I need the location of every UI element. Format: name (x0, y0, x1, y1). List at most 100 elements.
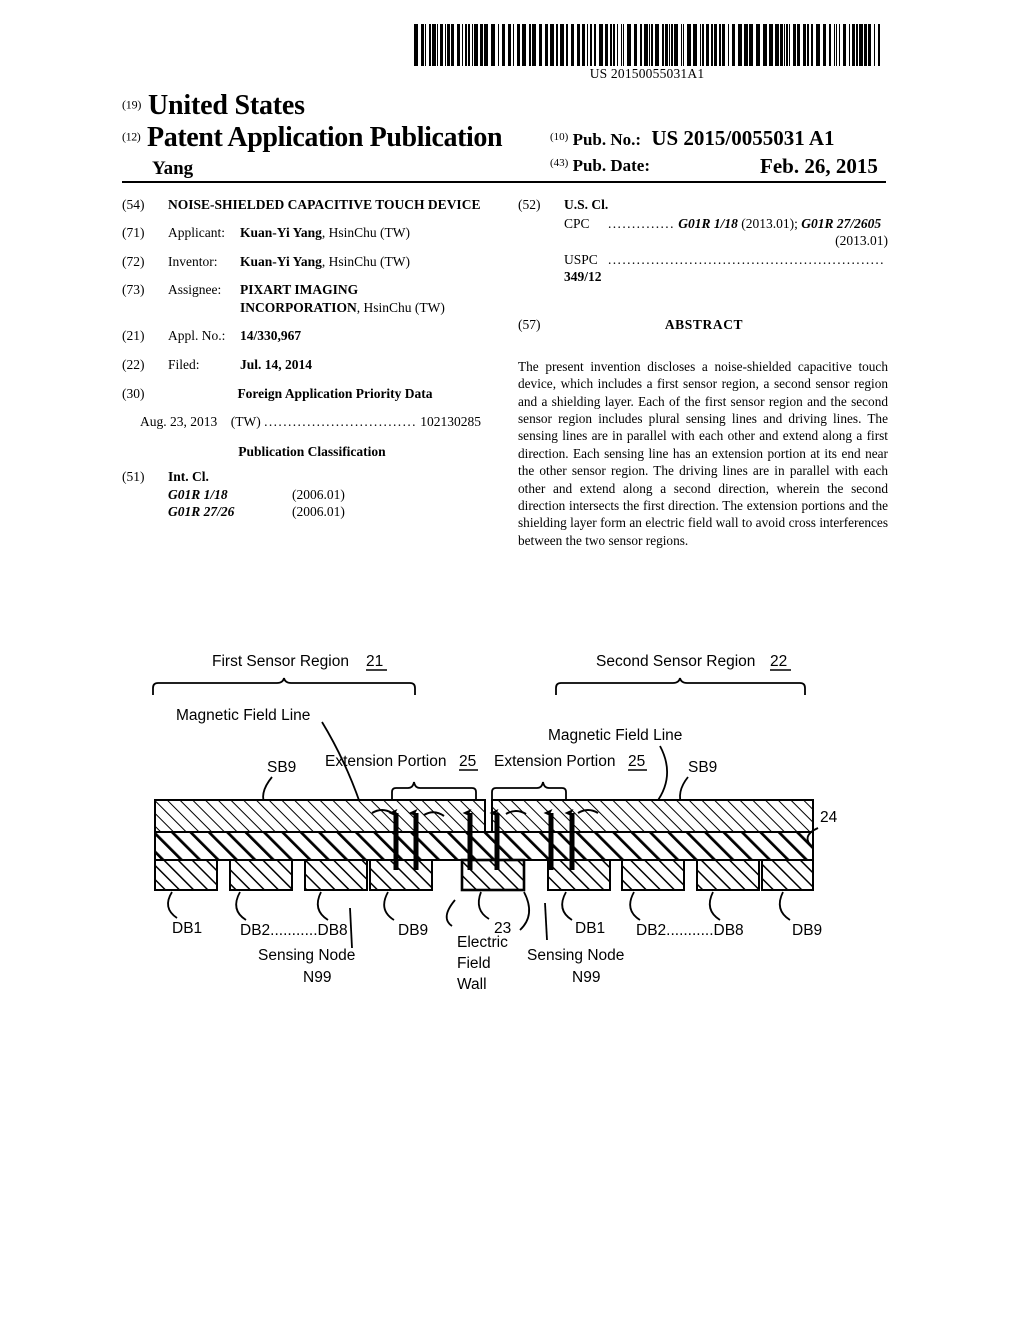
second-region-brace (555, 677, 806, 695)
cpc-code-2: G01R 27/2605 (801, 215, 882, 231)
field-applicant-tag: (71) (122, 225, 145, 241)
second-sensor-region-label: Second Sensor Region 22 (596, 653, 791, 671)
field-appl-no-tag: (21) (122, 328, 145, 344)
abstract-heading: ABSTRACT (664, 316, 744, 332)
wall-leader (477, 891, 490, 920)
appl-no-value: 14/330,967 (240, 328, 302, 344)
db-block (761, 859, 814, 891)
int-cl-label: Int. Cl. (168, 469, 209, 485)
foreign-priority-heading: Foreign Application Priority Data (237, 385, 433, 401)
int-cl-code: G01R 1/18 (168, 486, 228, 502)
assignee-value: PIXART IMAGING INCORPORATION, HsinChu (TW… (240, 281, 445, 316)
sensing-node-leader-left (349, 907, 353, 949)
int-cl-code: G01R 27/26 (168, 504, 235, 520)
db-block (547, 859, 611, 891)
cpc-line: CPC.............. G01R 1/18 (2013.01); G… (564, 215, 888, 233)
field-us-cl: (52) U.S. Cl. CPC.............. G01R 1/1… (518, 196, 888, 286)
db-labels-left: DB1 DB2...........DB8 DB9 (167, 891, 428, 939)
field-filed-tag: (22) (122, 357, 145, 372)
barcode (412, 24, 882, 66)
us-cl-label: U.S. Cl. (564, 197, 609, 212)
sensing-node-left-line-1: Sensing Node (258, 947, 355, 964)
priority-row: Aug. 23, 2013 (TW) .....................… (140, 413, 502, 431)
priority-dots: ................................ (264, 414, 417, 430)
country-name: United States (148, 90, 305, 121)
sensing-node-right-line-2: N99 (572, 969, 600, 986)
uspc-value: 349/12 (564, 269, 602, 285)
bibliographic-left-column: (54) NOISE-SHIELDED CAPACITIVE TOUCH DEV… (122, 196, 502, 521)
field-foreign-priority-tag: (30) (122, 385, 145, 401)
barcode-number: US 20150055031A1 (589, 66, 705, 81)
publication-date-line: (43) Pub. Date: Feb. 26, 2015 (550, 154, 878, 178)
invention-title: NOISE-SHIELDED CAPACITIVE TOUCH DEVICE (168, 197, 481, 212)
applicant-value: Kuan-Yi Yang, HsinChu (TW) (240, 224, 410, 242)
abstract-text: The present invention discloses a noise-… (518, 358, 888, 548)
filed-label: Filed: (168, 357, 200, 372)
magnetic-field-line-label-right: Magnetic Field Line (548, 727, 682, 744)
field-assignee: (73) Assignee: PIXART IMAGING INCORPORATIO… (122, 281, 502, 316)
driving-line-blocks (154, 858, 814, 892)
second-sensor-region-number: 22 (770, 653, 787, 670)
appl-no-label: Appl. No.: (168, 328, 226, 344)
magnetic-field-line-label-left: Magnetic Field Line (176, 707, 310, 724)
assignee-location: , HsinChu (TW) (356, 299, 445, 315)
extension-portion-number-right: 25 (628, 753, 645, 770)
electric-field-wall-line-1: Electric (457, 934, 508, 951)
db-block (154, 859, 218, 891)
priority-date: Aug. 23, 2013 (140, 414, 218, 430)
field-assignee-tag: (73) (122, 282, 145, 298)
db-label: DB1 (575, 920, 605, 937)
magnetic-field-leader-right (655, 745, 669, 804)
extension-portion-brace-right (491, 781, 567, 800)
db-label: DB2...........DB8 (240, 922, 348, 939)
electric-field-wall-line-3: Wall (457, 976, 487, 990)
inventor-location: , HsinChu (TW) (321, 253, 411, 269)
patent-publication-page: US 20150055031A1 (19) United States (12)… (0, 0, 1024, 1320)
filed-value: Jul. 14, 2014 (240, 357, 313, 372)
sensing-node-leader-right (544, 902, 548, 941)
country-line: (19) United States (122, 90, 305, 122)
cpc-label: CPC (564, 215, 590, 231)
sensing-node-right-line-1: Sensing Node (527, 947, 624, 964)
extension-portion-text-right: Extension Portion (494, 753, 616, 770)
electric-field-wall-leader-2 (519, 891, 530, 931)
int-cl-row: G01R 27/26 (2006.01) (168, 503, 502, 521)
db-labels-right: DB1 DB2...........DB8 DB9 (561, 891, 822, 939)
doctype-name: Patent Application Publication (147, 122, 503, 153)
second-sensor-region-text: Second Sensor Region (596, 653, 755, 670)
applicant-location: , HsinChu (TW) (321, 225, 411, 241)
priority-country: (TW) (230, 414, 261, 430)
pubno-label: Pub. No.: (572, 130, 642, 149)
field-appl-no: (21) Appl. No.: 14/330,967 (122, 327, 502, 345)
electric-field-wall-leader-1 (445, 899, 456, 927)
field-int-cl-tag: (51) (122, 469, 145, 485)
applicant-label: Applicant: (168, 225, 225, 241)
cpc-dots: .............. (608, 215, 675, 231)
bibliographic-right-column: (52) U.S. Cl. CPC.............. G01R 1/1… (518, 196, 888, 549)
pubdate-label: Pub. Date: (572, 156, 651, 175)
sensing-layer-middle (154, 831, 814, 861)
field-title: (54) NOISE-SHIELDED CAPACITIVE TOUCH DEV… (122, 196, 502, 213)
inventor-label: Inventor: (168, 253, 218, 269)
assignee-label: Assignee: (168, 282, 222, 298)
pubdate-value: Feb. 26, 2015 (760, 154, 878, 178)
doctype-tag: (12) (122, 129, 141, 144)
uspc-line: USPC....................................… (564, 251, 888, 286)
first-region-brace (152, 677, 416, 695)
db-block (369, 859, 433, 891)
field-foreign-priority: (30) Foreign Application Priority Data (122, 385, 502, 403)
sb9-label-right: SB9 (688, 759, 717, 776)
int-cl-version: (2006.01) (292, 486, 345, 502)
author-name: Yang (152, 158, 194, 179)
field-inventor: (72) Inventor: Kuan-Yi Yang, HsinChu (TW) (122, 253, 502, 271)
extension-portion-text-left: Extension Portion (325, 753, 447, 770)
extension-portion-label-left: Extension Portion 25 (325, 753, 478, 771)
inventor-value: Kuan-Yi Yang, HsinChu (TW) (240, 253, 410, 271)
db-block (621, 859, 685, 891)
db-block (304, 859, 368, 891)
pubno-tag: (10) (550, 131, 569, 144)
sensing-node-left-line-2: N99 (303, 969, 331, 986)
uspc-dots: ........................................… (608, 251, 885, 267)
extension-portion-number-left: 25 (459, 753, 476, 770)
db-label: DB1 (172, 920, 202, 937)
